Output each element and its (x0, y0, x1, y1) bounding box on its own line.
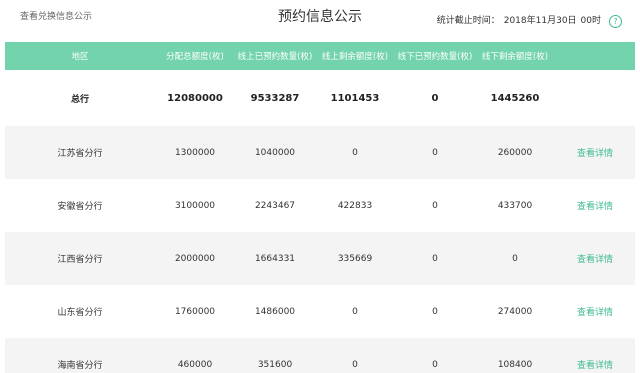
row-offline-reserved: 0 (432, 306, 438, 317)
row-region: 江苏省分行 (57, 149, 103, 159)
row-region: 江西省分行 (57, 255, 103, 265)
row-online-reserved: 1486000 (254, 306, 296, 317)
col-allocated: 分配总额度(枚) (166, 52, 224, 62)
row-allocated: 1300000 (174, 147, 216, 158)
total-online-reserved: 9533287 (250, 92, 300, 104)
row-online-remaining: 0 (352, 359, 358, 370)
row-offline-remaining: 260000 (497, 147, 533, 158)
top-bar: 查看兑换信息公示 预约信息公示 统计截止时间： 2018年11月30日 00时 … (0, 0, 640, 42)
stats-cutoff: 统计截止时间： 2018年11月30日 00时 ? (437, 0, 622, 42)
row-online-remaining: 0 (352, 306, 358, 317)
row-allocated: 460000 (177, 359, 213, 370)
row-offline-remaining: 108400 (497, 359, 533, 370)
col-region: 地区 (71, 52, 89, 62)
row-online-reserved: 1664331 (254, 253, 296, 264)
total-region: 总行 (70, 94, 89, 105)
total-offline-reserved: 0 (431, 92, 439, 104)
view-details-link[interactable]: 查看详情 (555, 358, 635, 371)
col-online-remaining: 线上剩余额度(枚) (321, 52, 389, 62)
col-offline-remaining: 线下剩余额度(枚) (481, 52, 549, 62)
stats-date: 2018年11月30日 (503, 16, 577, 26)
stats-label: 统计截止时间： (436, 16, 500, 26)
row-online-reserved: 2243467 (254, 200, 296, 211)
table-row: 江苏省分行 1300000 1040000 0 0 260000 查看详情 (5, 126, 635, 179)
view-details-link[interactable]: 查看详情 (555, 199, 635, 212)
col-offline-reserved: 线下已预约数量(枚) (397, 52, 473, 62)
row-offline-reserved: 0 (432, 200, 438, 211)
row-allocated: 2000000 (174, 253, 216, 264)
total-row: 总行 12080000 9533287 1101453 0 1445260 (5, 70, 635, 126)
row-online-remaining: 0 (352, 147, 358, 158)
row-offline-remaining: 0 (512, 253, 518, 264)
stats-time: 00时 (580, 16, 601, 26)
row-region: 安徽省分行 (57, 202, 103, 212)
row-online-reserved: 351600 (257, 359, 293, 370)
row-allocated: 3100000 (174, 200, 216, 211)
row-offline-reserved: 0 (432, 359, 438, 370)
row-offline-remaining: 433700 (497, 200, 533, 211)
reservation-table: 地区 分配总额度(枚) 线上已预约数量(枚) 线上剩余额度(枚) 线下已预约数量… (5, 42, 635, 373)
row-allocated: 1760000 (174, 306, 216, 317)
table-row: 山东省分行 1760000 1486000 0 0 274000 查看详情 (5, 285, 635, 338)
help-icon[interactable]: ? (609, 14, 622, 28)
exchange-info-link[interactable]: 查看兑换信息公示 (20, 0, 92, 42)
row-offline-reserved: 0 (432, 147, 438, 158)
table-row: 江西省分行 2000000 1664331 335669 0 0 查看详情 (5, 232, 635, 285)
table-row: 海南省分行 460000 351600 0 0 108400 查看详情 (5, 338, 635, 373)
row-region: 海南省分行 (57, 361, 103, 371)
table-header: 地区 分配总额度(枚) 线上已预约数量(枚) 线上剩余额度(枚) 线下已预约数量… (5, 42, 635, 70)
page: 查看兑换信息公示 预约信息公示 统计截止时间： 2018年11月30日 00时 … (0, 0, 640, 373)
row-region: 山东省分行 (57, 308, 103, 318)
row-online-remaining: 422833 (337, 200, 373, 211)
total-offline-remaining: 1445260 (490, 92, 540, 104)
row-online-remaining: 335669 (337, 253, 373, 264)
table-row: 安徽省分行 3100000 2243467 422833 0 433700 查看… (5, 179, 635, 232)
row-offline-remaining: 274000 (497, 306, 533, 317)
col-online-reserved: 线上已预约数量(枚) (237, 52, 313, 62)
total-allocated: 12080000 (167, 92, 223, 104)
view-details-link[interactable]: 查看详情 (555, 252, 635, 265)
total-online-remaining: 1101453 (330, 92, 380, 104)
row-offline-reserved: 0 (432, 253, 438, 264)
view-details-link[interactable]: 查看详情 (555, 305, 635, 318)
view-details-link[interactable]: 查看详情 (555, 146, 635, 159)
row-online-reserved: 1040000 (254, 147, 296, 158)
